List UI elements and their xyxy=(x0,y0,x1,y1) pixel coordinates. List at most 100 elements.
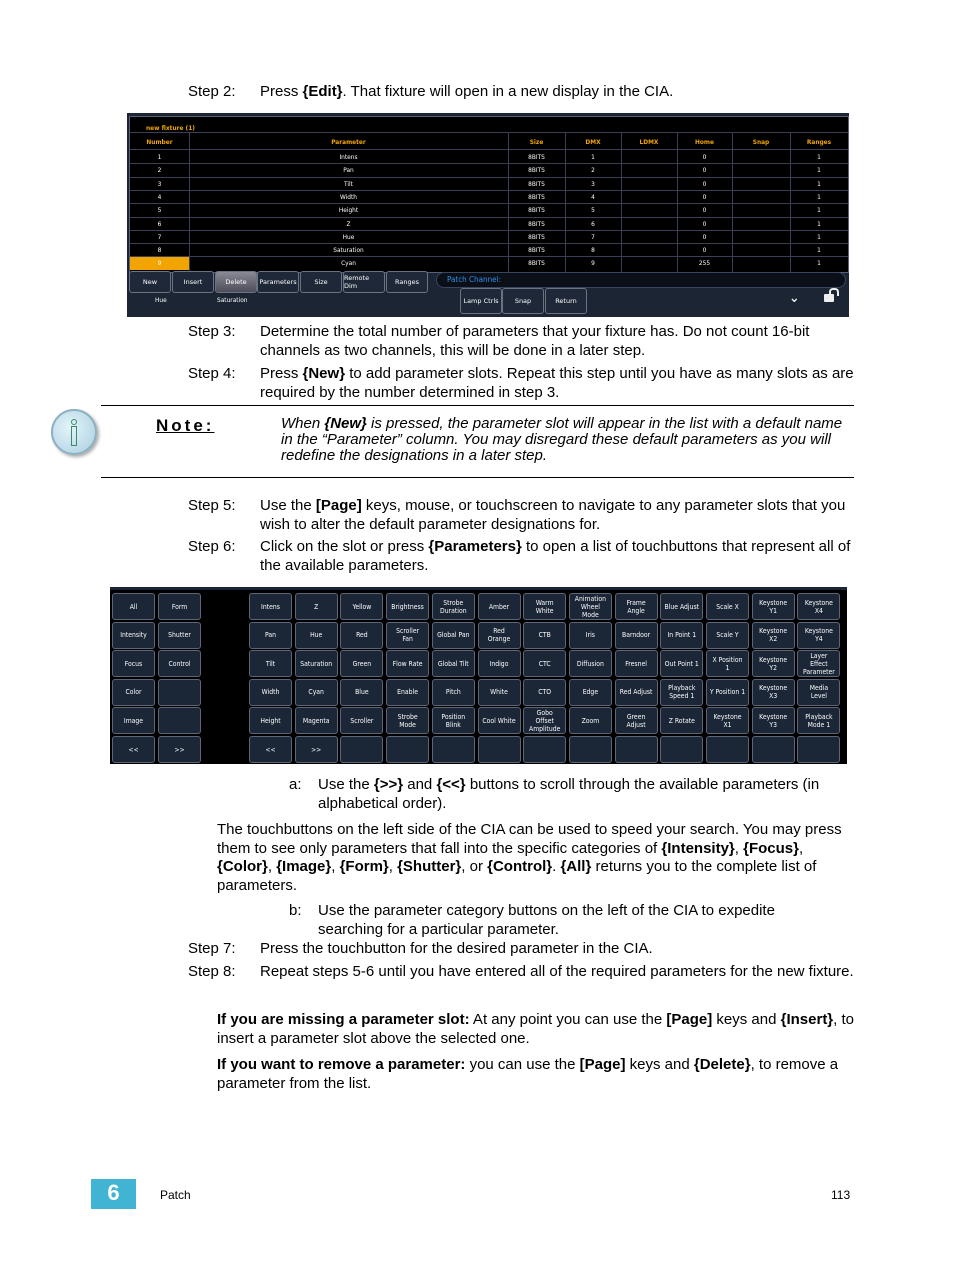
parameter-button[interactable]: Hue xyxy=(294,621,338,649)
parameter-button[interactable]: Playback Speed 1 xyxy=(660,678,704,706)
table-cell-parameter[interactable]: Width xyxy=(189,193,508,201)
table-cell-dmx[interactable]: 6 xyxy=(565,220,621,228)
parameter-button[interactable]: Position Blink xyxy=(431,707,475,735)
column-header-ldmx[interactable]: LDMX xyxy=(621,138,677,146)
table-cell-number[interactable]: 5 xyxy=(130,206,189,214)
table-cell-ranges[interactable]: 1 xyxy=(790,153,848,161)
table-cell-number[interactable]: 8 xyxy=(130,246,189,254)
table-cell-parameter[interactable]: Intens xyxy=(189,153,508,161)
table-cell-dmx[interactable]: 9 xyxy=(565,259,621,267)
parameter-button[interactable]: Keystone Y2 xyxy=(751,650,795,678)
parameter-button[interactable]: Gobo Offset Amplitude xyxy=(523,707,567,735)
parameter-button[interactable]: Pitch xyxy=(431,678,475,706)
table-cell-dmx[interactable]: 8 xyxy=(565,246,621,254)
parameter-button[interactable]: Intens xyxy=(249,593,292,620)
parameter-button[interactable]: CTO xyxy=(523,678,567,706)
parameter-button[interactable]: Saturation xyxy=(294,650,338,678)
parameter-button[interactable]: Animation Wheel Mode xyxy=(568,593,612,620)
table-cell-parameter[interactable]: Z xyxy=(189,220,508,228)
table-cell-number[interactable]: 6 xyxy=(130,220,189,228)
table-cell-home[interactable]: 0 xyxy=(677,193,732,201)
parameter-button[interactable]: Brightness xyxy=(386,593,430,620)
parameter-button[interactable]: Strobe Mode xyxy=(386,707,430,735)
parameter-button[interactable]: Edge xyxy=(568,678,612,706)
empty-button[interactable] xyxy=(158,707,201,735)
unlock-icon[interactable] xyxy=(824,288,839,302)
table-cell-number[interactable]: 2 xyxy=(130,166,189,174)
parameter-button[interactable]: Width xyxy=(249,678,292,706)
parameter-button[interactable]: Scroller xyxy=(340,707,384,735)
category-button[interactable]: >> xyxy=(158,736,201,763)
parameter-button[interactable]: Z Rotate xyxy=(660,707,704,735)
table-cell-number[interactable]: 7 xyxy=(130,233,189,241)
table-cell-ranges[interactable]: 1 xyxy=(790,233,848,241)
parameter-button[interactable]: Out Point 1 xyxy=(660,650,704,678)
parameter-button[interactable]: Blue Adjust xyxy=(660,593,704,620)
parameter-button[interactable]: Diffusion xyxy=(568,650,612,678)
parameter-button[interactable]: Cyan xyxy=(294,678,338,706)
table-cell-home[interactable]: 0 xyxy=(677,246,732,254)
parameter-button[interactable]: Layer Effect Parameter xyxy=(797,650,841,678)
category-button[interactable]: << xyxy=(112,736,155,763)
table-cell-size[interactable]: 8BITS xyxy=(508,166,565,174)
parameter-button[interactable]: Y Position 1 xyxy=(706,678,749,706)
parameter-button[interactable]: Warm White xyxy=(523,593,567,620)
empty-button[interactable] xyxy=(751,736,795,763)
table-cell-dmx[interactable]: 2 xyxy=(565,166,621,174)
parameter-button[interactable]: Keystone X3 xyxy=(751,678,795,706)
table-cell-size[interactable]: 8BITS xyxy=(508,153,565,161)
ranges-button[interactable]: Ranges xyxy=(386,271,428,293)
parameter-button[interactable]: Keystone Y4 xyxy=(797,621,841,649)
empty-button[interactable] xyxy=(706,736,749,763)
category-button[interactable]: Intensity xyxy=(112,621,155,649)
category-button[interactable]: Image xyxy=(112,707,155,735)
empty-button[interactable] xyxy=(660,736,704,763)
table-cell-home[interactable]: 255 xyxy=(677,259,732,267)
table-cell-home[interactable]: 0 xyxy=(677,220,732,228)
table-cell-home[interactable]: 0 xyxy=(677,180,732,188)
table-cell-number[interactable]: 1 xyxy=(130,153,189,161)
parameter-button[interactable]: Frame Angle xyxy=(614,593,658,620)
parameter-button[interactable]: Z xyxy=(294,593,338,620)
double-chevron-down-icon[interactable]: ⌄ xyxy=(789,290,800,306)
empty-button[interactable] xyxy=(431,736,475,763)
parameter-button[interactable]: Keystone Y3 xyxy=(751,707,795,735)
table-cell-ranges[interactable]: 1 xyxy=(790,180,848,188)
parameter-button[interactable]: Barndoor xyxy=(614,621,658,649)
table-cell-ranges[interactable]: 1 xyxy=(790,220,848,228)
parameter-button[interactable]: CTC xyxy=(523,650,567,678)
parameter-button[interactable]: Fresnel xyxy=(614,650,658,678)
category-button[interactable]: Focus xyxy=(112,650,155,678)
column-header-snap[interactable]: Snap xyxy=(732,138,790,146)
empty-button[interactable] xyxy=(568,736,612,763)
table-cell-size[interactable]: 8BITS xyxy=(508,193,565,201)
table-cell-parameter[interactable]: Cyan xyxy=(189,259,508,267)
table-cell-dmx[interactable]: 5 xyxy=(565,206,621,214)
table-cell-parameter[interactable]: Height xyxy=(189,206,508,214)
parameter-button[interactable]: Height xyxy=(249,707,292,735)
parameter-button[interactable]: X Position 1 xyxy=(706,650,749,678)
table-cell-parameter[interactable]: Hue xyxy=(189,233,508,241)
parameter-button[interactable]: >> xyxy=(294,736,338,763)
parameter-button[interactable]: Scale X xyxy=(706,593,749,620)
empty-button[interactable] xyxy=(158,678,201,706)
table-cell-ranges[interactable]: 1 xyxy=(790,166,848,174)
table-cell-size[interactable]: 8BITS xyxy=(508,233,565,241)
column-header-ranges[interactable]: Ranges xyxy=(790,138,848,146)
lamp-ctrls-button[interactable]: Lamp Ctrls xyxy=(460,288,502,314)
new-button[interactable]: New xyxy=(129,271,171,293)
parameter-button[interactable]: Pan xyxy=(249,621,292,649)
parameter-button[interactable]: Scroller Fan xyxy=(386,621,430,649)
return-button[interactable]: Return xyxy=(545,288,587,314)
insert-button[interactable]: Insert xyxy=(172,271,214,293)
parameter-button[interactable]: Zoom xyxy=(568,707,612,735)
parameter-button[interactable]: Red Adjust xyxy=(614,678,658,706)
parameter-button[interactable]: Scale Y xyxy=(706,621,749,649)
empty-button[interactable] xyxy=(523,736,567,763)
remote-dim-button[interactable]: Remote Dim xyxy=(343,271,385,293)
parameter-button[interactable]: White xyxy=(477,678,521,706)
category-button[interactable]: Color xyxy=(112,678,155,706)
table-cell-ranges[interactable]: 1 xyxy=(790,193,848,201)
category-button[interactable]: Control xyxy=(158,650,201,678)
empty-button[interactable] xyxy=(340,736,384,763)
